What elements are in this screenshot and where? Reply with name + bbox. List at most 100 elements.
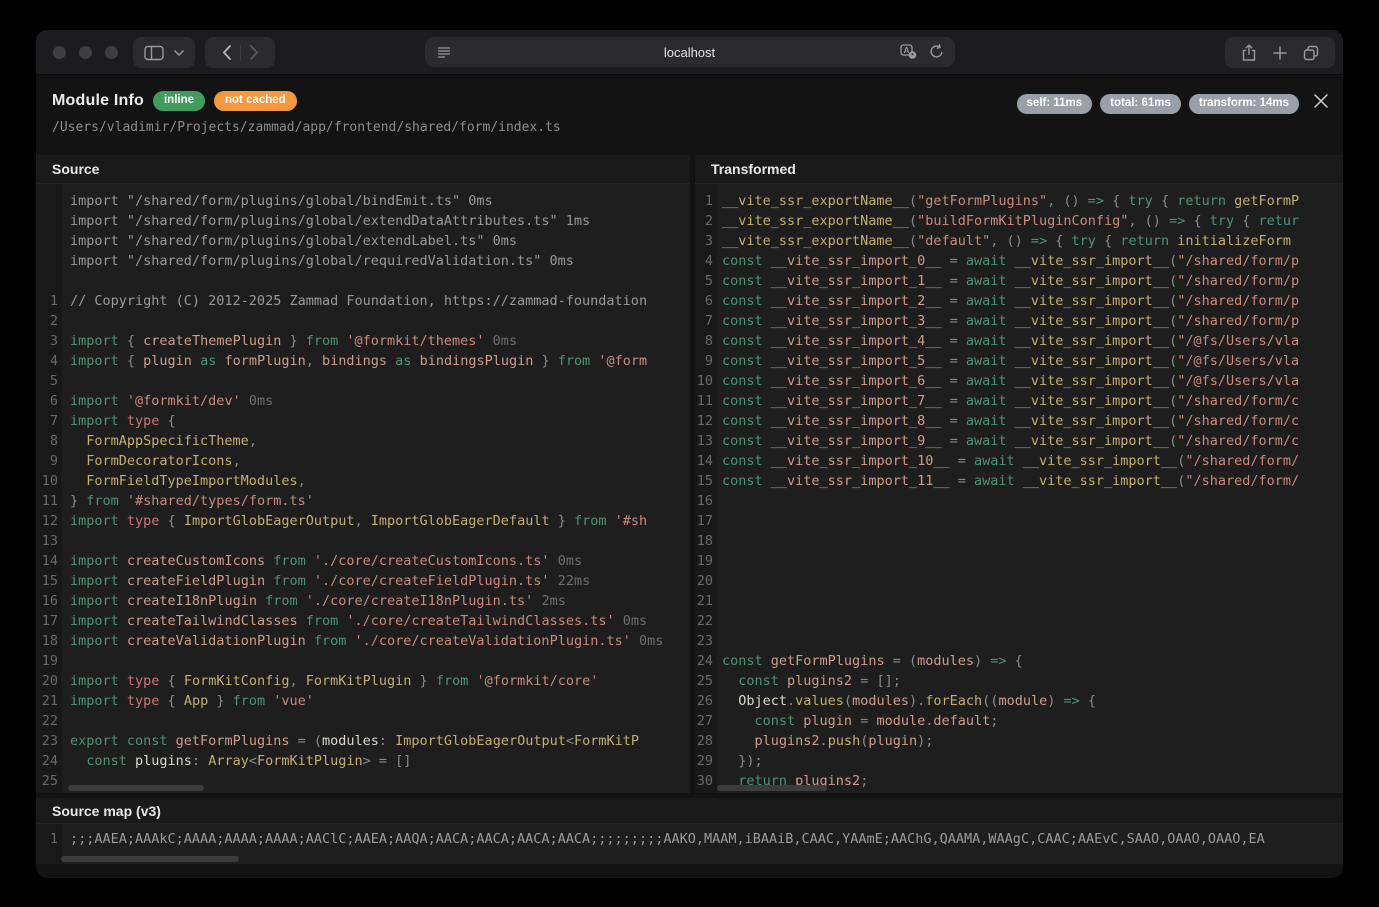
- line-content: plugins2.push(plugin);: [717, 731, 933, 751]
- line-content: [62, 711, 70, 731]
- tab-overview-icon[interactable]: [1303, 45, 1319, 61]
- code-line: 21import type { App } from 'vue': [36, 691, 690, 711]
- line-number: 21: [36, 691, 62, 711]
- code-line: 24const getFormPlugins = (modules) => {: [695, 651, 1343, 671]
- line-number: 18: [695, 531, 717, 551]
- traffic-light-zoom[interactable]: [105, 46, 118, 59]
- line-content: FormAppSpecificTheme,: [62, 431, 257, 451]
- line-content: __vite_ssr_exportName__("default", () =>…: [717, 231, 1291, 251]
- line-content: import type { App } from 'vue': [62, 691, 314, 711]
- code-line: 1// Copyright (C) 2012-2025 Zammad Found…: [36, 291, 690, 311]
- line-number: [36, 231, 62, 251]
- line-number: [36, 191, 62, 211]
- close-icon[interactable]: [1312, 92, 1330, 110]
- code-line: 26 Object.values(modules).forEach((modul…: [695, 691, 1343, 711]
- line-number: 9: [36, 451, 62, 471]
- line-number: 10: [36, 471, 62, 491]
- line-number: 8: [695, 331, 717, 351]
- line-content: import "/shared/form/plugins/global/exte…: [62, 211, 590, 231]
- line-content: [717, 591, 722, 611]
- transformed-hscrollbar[interactable]: [717, 785, 827, 791]
- line-content: import createFieldPlugin from './core/cr…: [62, 571, 590, 591]
- code-line: 23: [695, 631, 1343, 651]
- back-button[interactable]: [213, 45, 240, 60]
- address-bar[interactable]: localhost A*: [425, 37, 955, 67]
- sourcemap-panel: Source map (v3) 1;;;AAEA;AAAkC;AAAA;AAAA…: [36, 798, 1343, 864]
- timing-badge-self: self: 11ms: [1017, 94, 1093, 114]
- line-content: import createTailwindClasses from './cor…: [62, 611, 647, 631]
- browser-titlebar: localhost A*: [36, 30, 1343, 75]
- code-line: 1;;;AAEA;AAAkC;AAAA;AAAA;AAAA;AAClC;AAEA…: [36, 829, 1343, 849]
- code-line: 6import '@formkit/dev' 0ms: [36, 391, 690, 411]
- line-content: [717, 491, 722, 511]
- line-number: [36, 211, 62, 231]
- code-line: 23export const getFormPlugins = (modules…: [36, 731, 690, 751]
- line-number: 22: [36, 711, 62, 731]
- line-content: [717, 531, 722, 551]
- line-number: 16: [36, 591, 62, 611]
- line-content: Object.values(modules).forEach((module) …: [717, 691, 1096, 711]
- line-content: const __vite_ssr_import_6__ = await __vi…: [717, 371, 1299, 391]
- line-content: [62, 651, 70, 671]
- line-content: import "/shared/form/plugins/global/requ…: [62, 251, 574, 271]
- line-content: FormDecoratorIcons,: [62, 451, 241, 471]
- translate-icon[interactable]: A*: [900, 44, 917, 60]
- share-icon[interactable]: [1241, 44, 1257, 62]
- code-line: 14import createCustomIcons from './core/…: [36, 551, 690, 571]
- reload-icon[interactable]: [929, 44, 944, 60]
- forward-button[interactable]: [241, 45, 268, 60]
- line-number: 11: [36, 491, 62, 511]
- code-line: 13: [36, 531, 690, 551]
- line-content: [62, 531, 70, 551]
- line-content: } from '#shared/types/form.ts': [62, 491, 314, 511]
- line-number: 29: [695, 751, 717, 771]
- line-number: 13: [36, 531, 62, 551]
- line-number: 2: [36, 311, 62, 331]
- sidebar-icon: [144, 45, 164, 61]
- source-hscrollbar[interactable]: [68, 785, 204, 791]
- traffic-light-close[interactable]: [53, 46, 66, 59]
- line-number: 5: [695, 271, 717, 291]
- line-content: const __vite_ssr_import_0__ = await __vi…: [717, 251, 1299, 271]
- line-content: [717, 571, 722, 591]
- code-line: 19: [36, 651, 690, 671]
- line-number: 6: [695, 291, 717, 311]
- line-content: import "/shared/form/plugins/global/exte…: [62, 231, 517, 251]
- code-line: 15import createFieldPlugin from './core/…: [36, 571, 690, 591]
- sourcemap-hscrollbar[interactable]: [61, 856, 239, 862]
- code-line: 11} from '#shared/types/form.ts': [36, 491, 690, 511]
- traffic-light-minimize[interactable]: [79, 46, 92, 59]
- code-line: 25 const plugins2 = [];: [695, 671, 1343, 691]
- line-number: 8: [36, 431, 62, 451]
- page-title: Module Info: [52, 92, 144, 110]
- line-number: 7: [695, 311, 717, 331]
- code-line: import "/shared/form/plugins/global/exte…: [36, 231, 690, 251]
- line-number: 6: [36, 391, 62, 411]
- code-line: 17import createTailwindClasses from './c…: [36, 611, 690, 631]
- code-line: 5const __vite_ssr_import_1__ = await __v…: [695, 271, 1343, 291]
- line-number: 28: [695, 731, 717, 751]
- line-number: 12: [36, 511, 62, 531]
- line-number: 1: [36, 291, 62, 311]
- line-number: 2: [695, 211, 717, 231]
- code-line: 22: [36, 711, 690, 731]
- code-line: 17: [695, 511, 1343, 531]
- code-line: 18: [695, 531, 1343, 551]
- code-line: 20import type { FormKitConfig, FormKitPl…: [36, 671, 690, 691]
- code-line: 7import type {: [36, 411, 690, 431]
- line-content: [717, 611, 722, 631]
- toolbar-button-group: [1225, 37, 1335, 68]
- line-number: 30: [695, 771, 717, 791]
- line-content: [717, 551, 722, 571]
- code-line: 18import createValidationPlugin from './…: [36, 631, 690, 651]
- line-content: const __vite_ssr_import_8__ = await __vi…: [717, 411, 1299, 431]
- line-number: 23: [695, 631, 717, 651]
- transformed-code: 1__vite_ssr_exportName__("getFormPlugins…: [695, 184, 1343, 793]
- line-number: 26: [695, 691, 717, 711]
- code-line: 3import { createThemePlugin } from '@for…: [36, 331, 690, 351]
- code-line: 4import { plugin as formPlugin, bindings…: [36, 351, 690, 371]
- new-tab-icon[interactable]: [1273, 46, 1287, 60]
- sidebar-toggle-button[interactable]: [133, 37, 195, 68]
- line-number: [36, 251, 62, 271]
- code-line: 15const __vite_ssr_import_11__ = await _…: [695, 471, 1343, 491]
